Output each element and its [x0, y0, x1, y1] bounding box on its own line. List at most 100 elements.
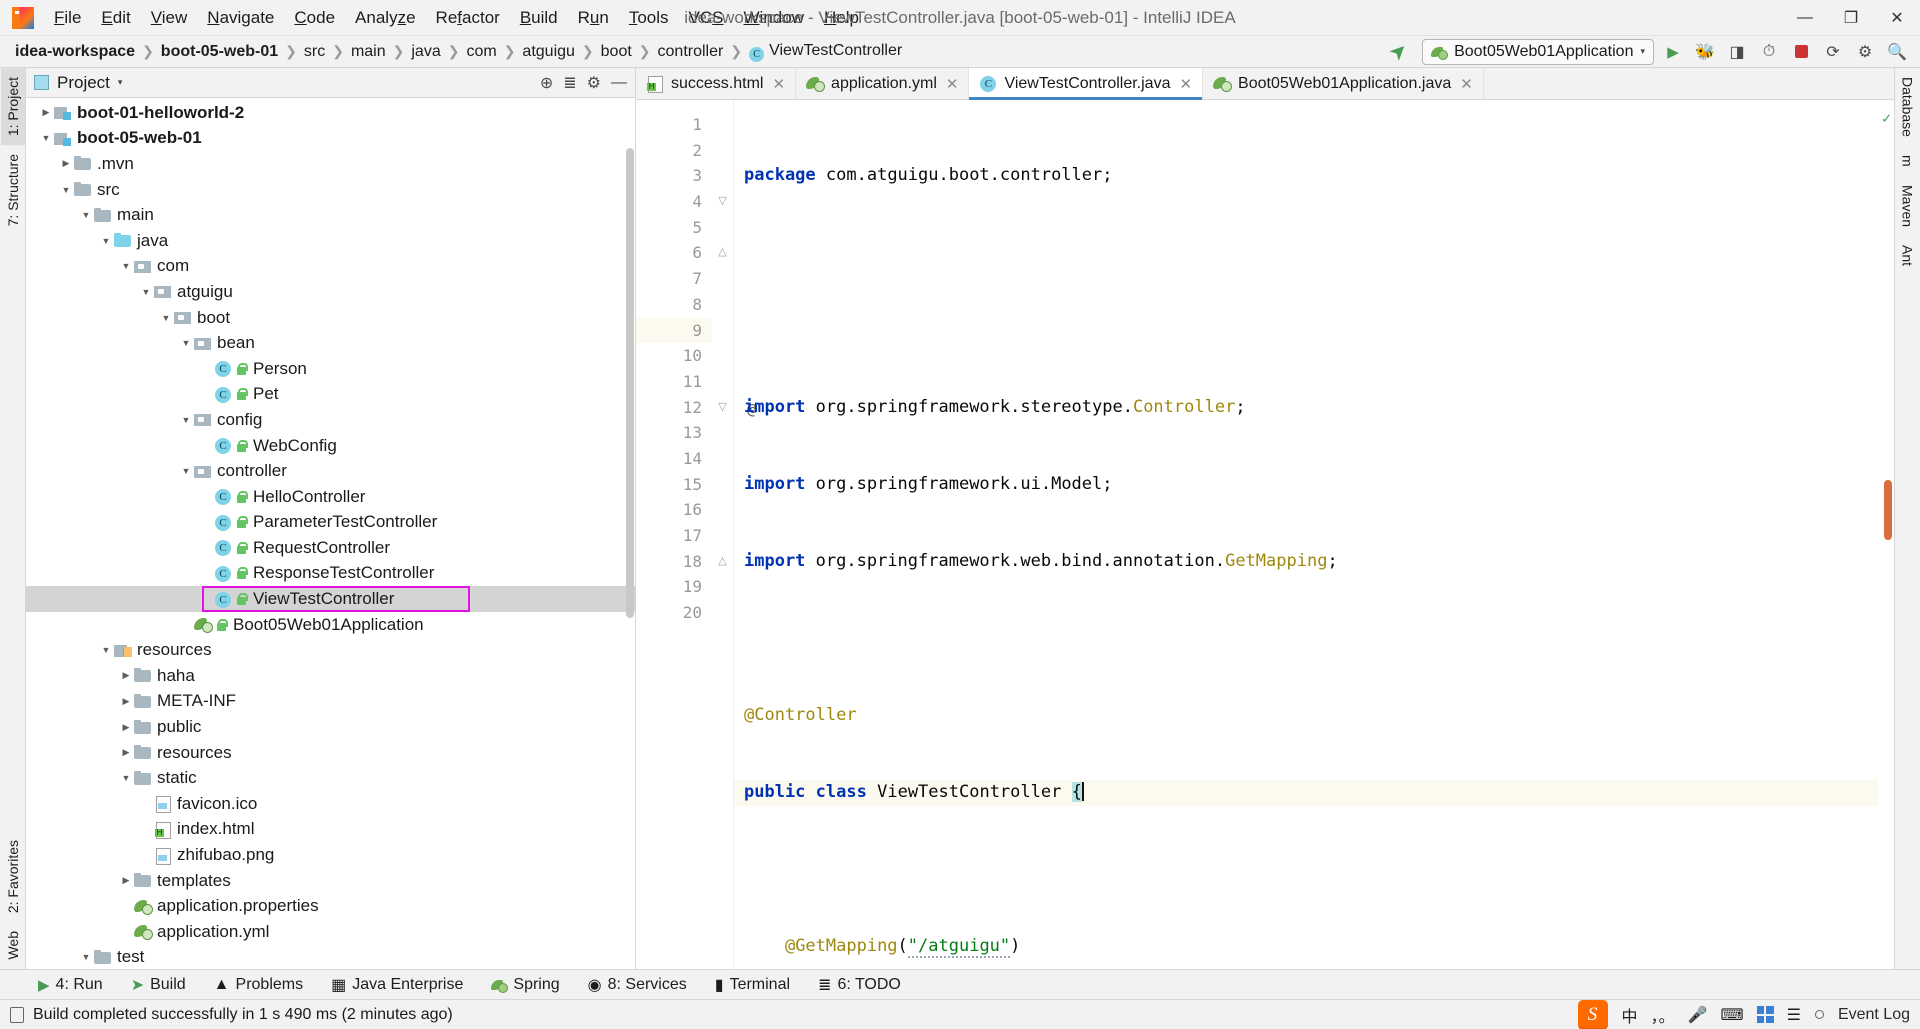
- breadcrumb-item-java[interactable]: java: [408, 41, 443, 63]
- breadcrumb-item-controller[interactable]: controller: [655, 41, 727, 63]
- menu-help[interactable]: Help: [814, 4, 869, 32]
- chevron-down-icon[interactable]: ▼: [138, 287, 154, 297]
- line-number[interactable]: 9: [636, 318, 712, 344]
- tree-item[interactable]: ▶boot-01-helloworld-2: [26, 100, 635, 126]
- breadcrumb-item-workspace[interactable]: idea-workspace: [12, 41, 138, 63]
- menu-view[interactable]: View: [141, 4, 198, 32]
- chevron-right-icon[interactable]: ▶: [118, 696, 134, 707]
- menu-icon[interactable]: ☰: [1787, 1005, 1801, 1025]
- menu-window[interactable]: Window: [734, 4, 814, 32]
- ime-mode-label[interactable]: 中: [1622, 1003, 1638, 1027]
- line-number[interactable]: 6: [636, 240, 712, 266]
- menu-run[interactable]: Run: [568, 4, 619, 32]
- line-number[interactable]: 3: [636, 163, 712, 189]
- close-icon[interactable]: ✕: [772, 75, 785, 93]
- debug-icon[interactable]: 🐝: [1692, 39, 1718, 65]
- code-content[interactable]: package com.atguigu.boot.controller; imp…: [734, 100, 1894, 969]
- run-icon[interactable]: ▶: [1660, 39, 1686, 65]
- menu-tools[interactable]: Tools: [619, 4, 679, 32]
- tree-item[interactable]: ▼com: [26, 254, 635, 280]
- search-everywhere-icon[interactable]: 🔍: [1884, 39, 1910, 65]
- locate-icon[interactable]: ⊕: [540, 73, 553, 93]
- mic-icon[interactable]: 🎤: [1688, 1005, 1708, 1025]
- settings-icon[interactable]: ⚙: [1852, 39, 1878, 65]
- line-number[interactable]: 7: [636, 266, 712, 292]
- sidebar-item-project[interactable]: 1: Project: [1, 68, 25, 145]
- collapse-all-icon[interactable]: ≣: [563, 73, 576, 93]
- line-number[interactable]: 10: [636, 343, 712, 369]
- close-icon[interactable]: ✕: [1179, 75, 1192, 93]
- chevron-down-icon[interactable]: ▼: [58, 185, 74, 195]
- line-number[interactable]: 11: [636, 369, 712, 395]
- event-log-label[interactable]: Event Log: [1838, 1006, 1910, 1024]
- sidebar-item-structure[interactable]: 7: Structure: [1, 145, 25, 235]
- menu-vcs[interactable]: VCS: [679, 4, 734, 32]
- menu-analyze[interactable]: Analyze: [345, 4, 426, 32]
- run-with-coverage-icon[interactable]: ◨: [1724, 39, 1750, 65]
- scrollbar-thumb[interactable]: [1884, 480, 1892, 540]
- tab-viewtestcontroller-java[interactable]: ViewTestController.java ✕: [969, 68, 1203, 99]
- tree-item[interactable]: ▼atguigu: [26, 279, 635, 305]
- chevron-down-icon[interactable]: ▼: [178, 466, 194, 476]
- line-number[interactable]: 8: [636, 292, 712, 318]
- line-number[interactable]: 1: [636, 112, 712, 138]
- tree-item[interactable]: ▼boot-05-web-01: [26, 126, 635, 152]
- sogou-ime-icon[interactable]: [1578, 1000, 1608, 1029]
- breadcrumb-item-class[interactable]: CViewTestController: [746, 40, 905, 64]
- chevron-down-icon[interactable]: ▾: [118, 77, 123, 88]
- sidebar-item-favorites[interactable]: 2: Favorites: [1, 831, 25, 922]
- tree-item[interactable]: WebConfig: [26, 433, 635, 459]
- minimize-button[interactable]: —: [1782, 0, 1828, 36]
- panel-icon[interactable]: [1757, 1006, 1774, 1023]
- tool-button-java-enterprise[interactable]: ▦Java Enterprise: [317, 975, 477, 995]
- tree-item[interactable]: ▶META-INF: [26, 689, 635, 715]
- tree-item[interactable]: application.properties: [26, 893, 635, 919]
- chevron-down-icon[interactable]: ▼: [78, 210, 94, 220]
- fold-marker-imports[interactable]: ▽: [712, 189, 733, 215]
- tree-item[interactable]: ▶public: [26, 714, 635, 740]
- chevron-down-icon[interactable]: ▼: [118, 773, 134, 783]
- hide-icon[interactable]: —: [611, 74, 627, 92]
- breadcrumb-item-com[interactable]: com: [463, 41, 499, 63]
- chevron-right-icon[interactable]: ▶: [118, 747, 134, 758]
- line-number[interactable]: 13: [636, 420, 712, 446]
- breadcrumb-item-main[interactable]: main: [348, 41, 389, 63]
- keyboard-icon[interactable]: ⌨: [1721, 1005, 1744, 1025]
- line-number[interactable]: 4: [636, 189, 712, 215]
- line-number[interactable]: 18: [636, 549, 712, 575]
- ime-punct-label[interactable]: ，。: [1651, 1003, 1675, 1027]
- tree-item[interactable]: ▼main: [26, 202, 635, 228]
- line-number[interactable]: 15: [636, 472, 712, 498]
- chevron-right-icon[interactable]: ▶: [118, 670, 134, 681]
- tool-button-problems[interactable]: ▲Problems: [200, 976, 317, 994]
- stop-icon[interactable]: [1788, 39, 1814, 65]
- close-icon[interactable]: ✕: [946, 75, 959, 93]
- tree-item[interactable]: ParameterTestController: [26, 510, 635, 536]
- tool-button-build[interactable]: ➤Build: [117, 975, 200, 995]
- tool-button-services[interactable]: ◉8: Services: [574, 975, 701, 995]
- chevron-down-icon[interactable]: ▼: [78, 952, 94, 962]
- tree-item[interactable]: ▼config: [26, 407, 635, 433]
- menu-build[interactable]: Build: [510, 4, 568, 32]
- profiler-icon[interactable]: ⏱: [1756, 39, 1782, 65]
- tree-item[interactable]: ▼src: [26, 177, 635, 203]
- chevron-right-icon[interactable]: ▶: [58, 158, 74, 169]
- tree-item[interactable]: ▼bean: [26, 330, 635, 356]
- chevron-down-icon[interactable]: ▼: [118, 261, 134, 271]
- breadcrumb-item-atguigu[interactable]: atguigu: [519, 41, 578, 63]
- tool-button-spring[interactable]: Spring: [477, 976, 573, 994]
- code-folding-gutter[interactable]: ▽ △ ▽ △: [712, 100, 734, 969]
- line-number[interactable]: 5: [636, 215, 712, 241]
- tree-item[interactable]: Person: [26, 356, 635, 382]
- run-configuration-selector[interactable]: Boot05Web01Application ▾: [1422, 39, 1654, 65]
- breadcrumb-item-boot[interactable]: boot: [598, 41, 635, 63]
- tree-item[interactable]: ResponseTestController: [26, 561, 635, 587]
- tab-boot05web01application-java[interactable]: Boot05Web01Application.java ✕: [1203, 68, 1484, 99]
- tree-item[interactable]: index.html: [26, 817, 635, 843]
- tree-item[interactable]: ▼controller: [26, 458, 635, 484]
- tree-scrollbar-thumb[interactable]: [626, 148, 634, 618]
- menu-file[interactable]: File: [44, 4, 91, 32]
- tree-item[interactable]: HelloController: [26, 484, 635, 510]
- tree-item[interactable]: ▼resources: [26, 637, 635, 663]
- tree-item-selected[interactable]: ViewTestController: [26, 586, 635, 612]
